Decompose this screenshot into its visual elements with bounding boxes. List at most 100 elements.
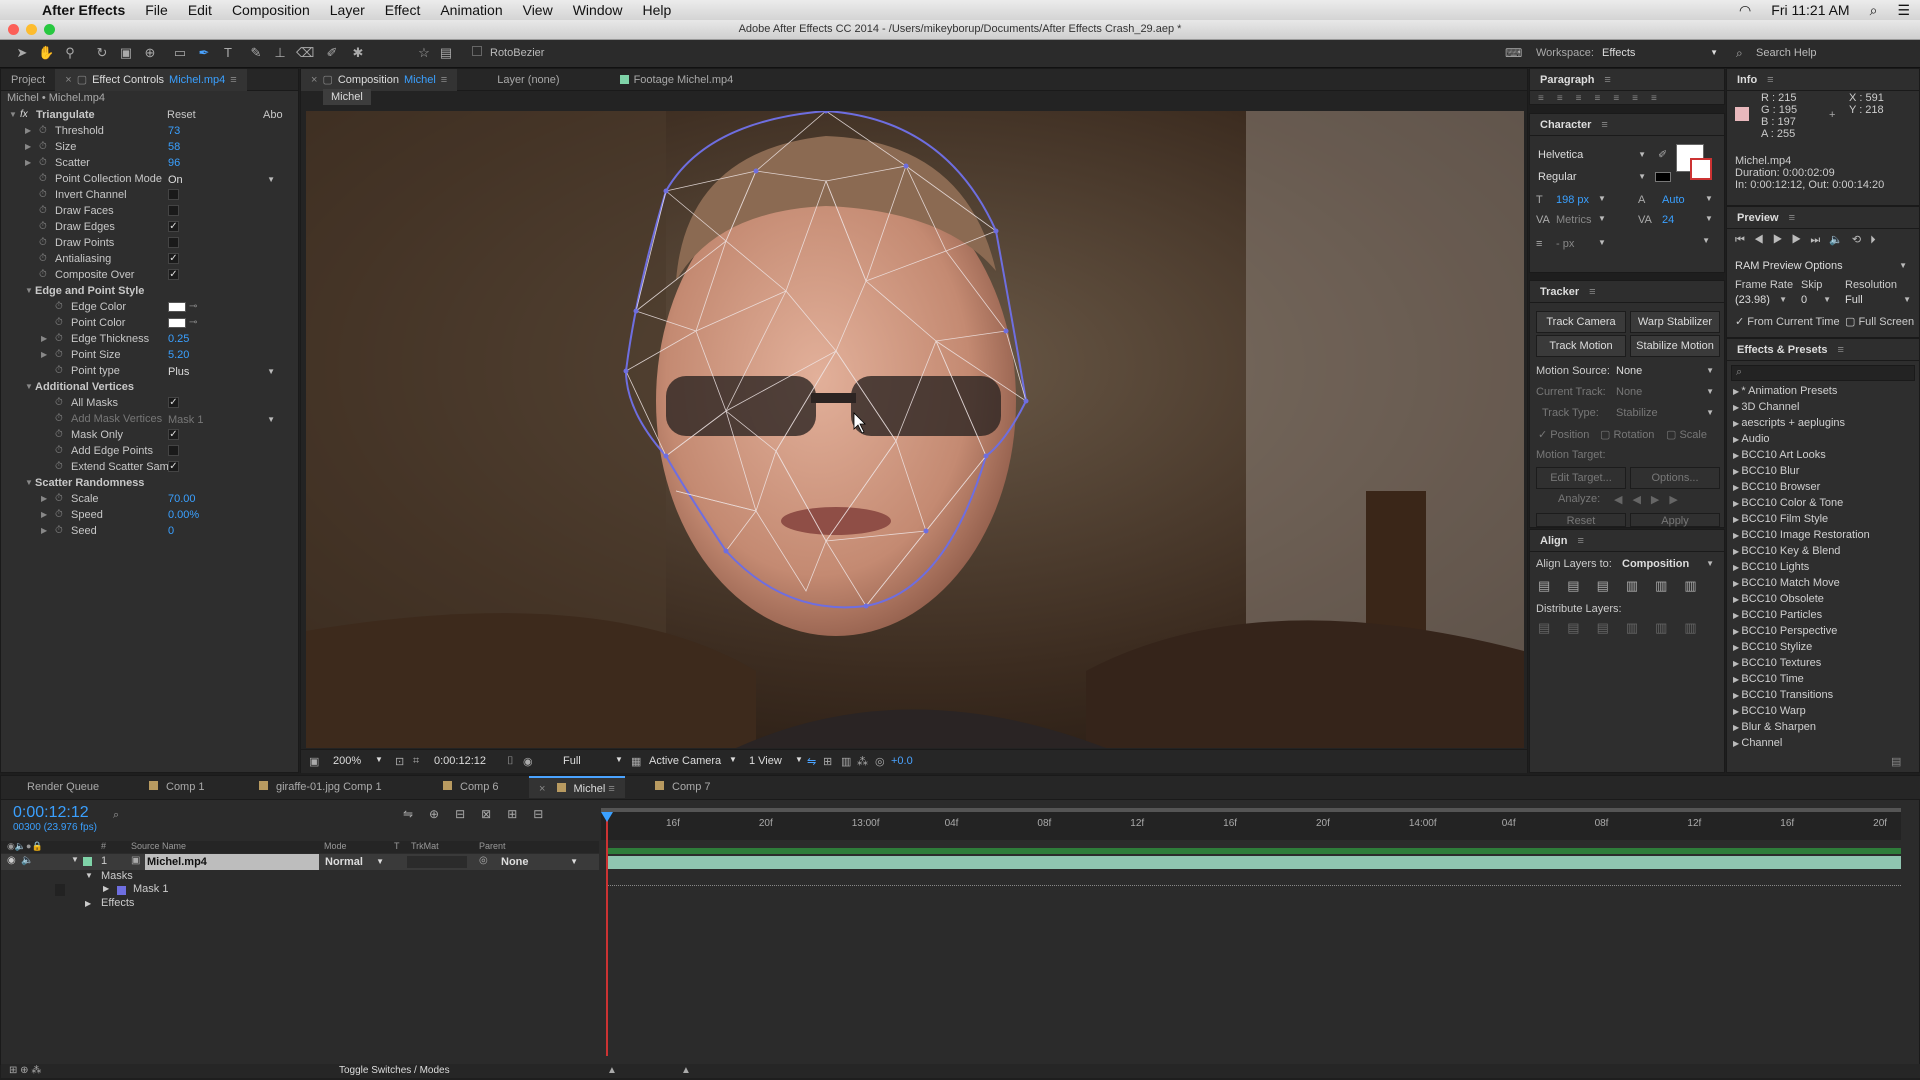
- zoom-out-icon[interactable]: ▲: [607, 1064, 617, 1078]
- effects-category-item[interactable]: ▶ Channel: [1733, 737, 1782, 749]
- playback-controls[interactable]: ⏮◀▶▶⏭🔈⟲⏵: [1735, 233, 1885, 247]
- chevron-down-icon[interactable]: ▼: [1598, 214, 1606, 223]
- black-swatch[interactable]: [1655, 172, 1671, 182]
- prop-add-edge-points[interactable]: ⏱ Add Edge Points: [1, 443, 291, 459]
- stopwatch-icon[interactable]: ⏱: [39, 187, 47, 203]
- timeline-current-time[interactable]: 0:00:12:12: [13, 804, 89, 822]
- snapping-icon[interactable]: ▤: [438, 45, 454, 61]
- comp-name-badge[interactable]: Michel: [323, 89, 371, 105]
- tab-effect-controls[interactable]: × ▢ Effect Controls Michel.mp4 ≡: [55, 68, 247, 91]
- stopwatch-icon[interactable]: ⏱: [39, 203, 47, 219]
- prop-checkbox[interactable]: [168, 237, 179, 248]
- close-icon[interactable]: ×: [539, 783, 545, 795]
- show-channel-icon[interactable]: ◉: [523, 755, 533, 768]
- mask-visibility-icon[interactable]: [55, 884, 65, 896]
- rotate-tool-icon[interactable]: ↻: [94, 45, 110, 61]
- panel-menu-icon[interactable]: ≡: [1838, 344, 1844, 356]
- comp-viewer[interactable]: [306, 111, 1524, 748]
- triangle-right-icon[interactable]: ▶: [41, 491, 49, 507]
- effects-category-item[interactable]: ▶ BCC10 Obsolete: [1733, 593, 1824, 605]
- rectangle-tool-icon[interactable]: ▭: [172, 45, 188, 61]
- options-button[interactable]: Options...: [1630, 467, 1720, 489]
- layer-color-icon[interactable]: [83, 857, 92, 866]
- prop-size[interactable]: ▶ ⏱ Size 58: [1, 139, 291, 155]
- track-type-dropdown[interactable]: Stabilize ▼: [1616, 404, 1718, 422]
- mask-color-icon[interactable]: [117, 886, 126, 895]
- exposure-value[interactable]: +0.0: [891, 755, 913, 767]
- effect-header-row[interactable]: ▼ fx Triangulate Reset Abo: [1, 107, 291, 123]
- eyedropper-icon[interactable]: ⊸: [189, 299, 197, 315]
- stopwatch-icon[interactable]: ⏱: [55, 347, 63, 363]
- stopwatch-icon[interactable]: ⏱: [55, 459, 63, 475]
- stopwatch-icon[interactable]: ⏱: [55, 443, 63, 459]
- layer-name[interactable]: Michel.mp4: [145, 854, 319, 870]
- pan-behind-tool-icon[interactable]: ⊕: [142, 45, 158, 61]
- leading-value[interactable]: Auto: [1662, 194, 1685, 206]
- tab-footage[interactable]: Footage Michel.mp4: [610, 74, 744, 86]
- close-window-icon[interactable]: [8, 24, 19, 35]
- tab-giraffe-comp[interactable]: giraffe-01.jpg Comp 1: [259, 776, 382, 798]
- triangle-right-icon[interactable]: ▶: [25, 123, 33, 139]
- align-to-dropdown[interactable]: Composition ▼: [1622, 555, 1718, 573]
- prop-draw-points[interactable]: ⏱ Draw Points: [1, 235, 291, 251]
- apply-tracker-button[interactable]: Apply: [1630, 513, 1720, 527]
- kerning-value[interactable]: Metrics: [1556, 214, 1591, 226]
- pen-tool-icon[interactable]: ✒: [196, 45, 212, 61]
- prop-checkbox[interactable]: ✓: [168, 253, 179, 264]
- prop-antialiasing[interactable]: ⏱ Antialiasing ✓: [1, 251, 291, 267]
- toggle-switches-button[interactable]: Toggle Switches / Modes: [339, 1064, 450, 1078]
- chevron-down-icon[interactable]: ▼: [1598, 238, 1606, 247]
- prop-checkbox[interactable]: ✓: [168, 221, 179, 232]
- effects-category-item[interactable]: ▶ BCC10 Color & Tone: [1733, 497, 1843, 509]
- snapshot-icon[interactable]: ⌷: [507, 755, 514, 768]
- color-swatch[interactable]: [168, 302, 186, 312]
- triangle-down-icon[interactable]: ▼: [71, 855, 79, 864]
- prop-speed[interactable]: ▶ ⏱ Speed 0.00%: [1, 507, 291, 523]
- effects-category-item[interactable]: ▶ BCC10 Stylize: [1733, 641, 1812, 653]
- panel-menu-icon[interactable]: ≡: [1601, 119, 1607, 131]
- tab-layer[interactable]: Layer (none): [487, 74, 569, 86]
- effects-category-item[interactable]: ▶ BCC10 Film Style: [1733, 513, 1828, 525]
- time-ruler[interactable]: 16f 20f 13:00f 04f 08f 12f 16f 20f 14:00f 04f 08f 1…: [601, 808, 1901, 840]
- prop-checkbox[interactable]: ✓: [168, 269, 179, 280]
- prop-value[interactable]: 58: [168, 139, 180, 155]
- tracking-value[interactable]: 24: [1662, 214, 1674, 226]
- stopwatch-icon[interactable]: ⏱: [39, 171, 47, 187]
- triangle-down-icon[interactable]: ▼: [85, 871, 93, 880]
- panel-menu-icon[interactable]: ≡: [1589, 286, 1595, 298]
- scale-checkbox[interactable]: ▢ Scale: [1666, 428, 1707, 441]
- tab-comp-7[interactable]: Comp 7: [655, 776, 711, 798]
- flowchart-icon[interactable]: ⁂: [857, 755, 868, 768]
- list-icon[interactable]: ☰: [1887, 2, 1920, 19]
- effects-category-item[interactable]: ▶ BCC10 Blur: [1733, 465, 1799, 477]
- camera-tool-icon[interactable]: ▣: [118, 45, 134, 61]
- menu-animation[interactable]: Animation: [430, 2, 512, 18]
- layer-row[interactable]: ◉ 🔈 ▼ 1 ▣ Michel.mp4 Normal ▼ ◎ None ▼: [1, 854, 599, 870]
- rotobezier-checkbox[interactable]: [472, 46, 482, 56]
- prop-point-type[interactable]: ⏱ Point type Plus ▼: [1, 363, 291, 379]
- parent-dropdown[interactable]: None ▼: [501, 854, 581, 870]
- prop-point-color[interactable]: ⏱ Point Color ⊸: [1, 315, 291, 331]
- new-bin-icon[interactable]: ▤: [1891, 755, 1901, 768]
- rotation-checkbox[interactable]: ▢ Rotation: [1600, 428, 1654, 441]
- always-preview-icon[interactable]: ▣: [309, 755, 319, 768]
- edit-target-button[interactable]: Edit Target...: [1536, 467, 1626, 489]
- prop-additional-vertices[interactable]: ▼ Additional Vertices: [1, 379, 291, 395]
- effects-category-item[interactable]: ▶ Blur & Sharpen: [1733, 721, 1816, 733]
- prop-value[interactable]: 73: [168, 123, 180, 139]
- effects-group[interactable]: Effects: [101, 897, 134, 909]
- about-link[interactable]: Abo: [263, 107, 283, 123]
- ram-preview-dropdown[interactable]: RAM Preview Options ▼: [1735, 257, 1911, 275]
- prop-value[interactable]: 96: [168, 155, 180, 171]
- type-tool-icon[interactable]: T: [220, 45, 236, 61]
- menu-effect[interactable]: Effect: [375, 2, 431, 18]
- camera-dropdown[interactable]: Active Camera ▼: [649, 755, 739, 767]
- prop-edge-color[interactable]: ⏱ Edge Color ⊸: [1, 299, 291, 315]
- prop-value[interactable]: 0.25: [168, 331, 189, 347]
- prop-checkbox[interactable]: ✓: [168, 397, 179, 408]
- effects-category-item[interactable]: ▶ BCC10 Lights: [1733, 561, 1809, 573]
- chevron-down-icon[interactable]: ▼: [1705, 214, 1713, 223]
- reset-tracker-button[interactable]: Reset: [1536, 513, 1626, 527]
- triangle-right-icon[interactable]: ▶: [103, 884, 109, 893]
- track-camera-button[interactable]: Track Camera: [1536, 311, 1626, 333]
